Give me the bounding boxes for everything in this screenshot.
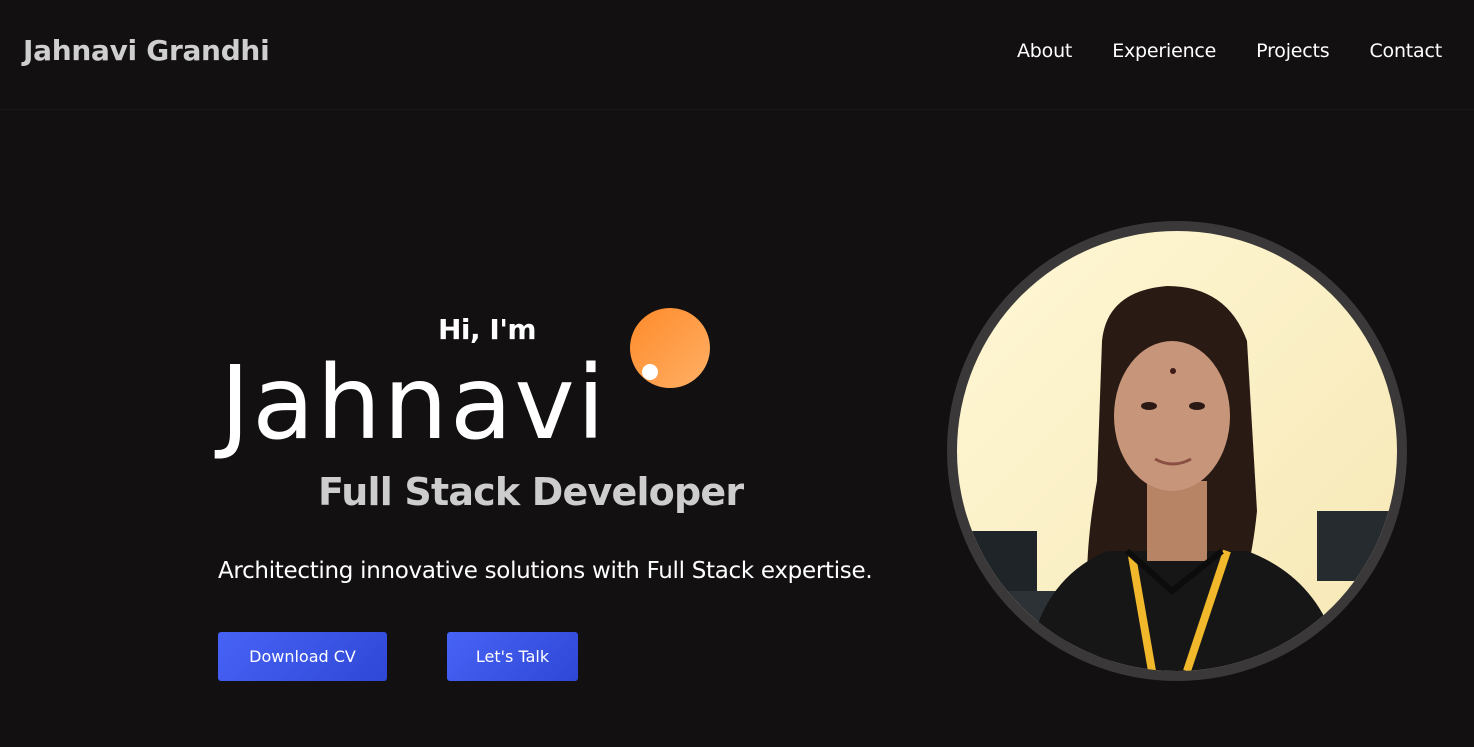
profile-photo-frame bbox=[947, 221, 1407, 681]
nav-link-projects[interactable]: Projects bbox=[1256, 40, 1330, 62]
download-cv-button[interactable]: Download CV bbox=[218, 632, 387, 681]
hero-greeting: Hi, I'm bbox=[438, 313, 537, 346]
hero-name: Jahnavi bbox=[220, 344, 608, 463]
profile-photo-illustration bbox=[957, 231, 1397, 671]
decorative-orb bbox=[630, 308, 710, 388]
lets-talk-button[interactable]: Let's Talk bbox=[447, 632, 578, 681]
portfolio-page: Jahnavi Grandhi About Experience Project… bbox=[0, 0, 1474, 747]
nav-link-about[interactable]: About bbox=[1017, 40, 1072, 62]
nav-link-contact[interactable]: Contact bbox=[1369, 40, 1442, 62]
site-header: Jahnavi Grandhi About Experience Project… bbox=[0, 0, 1474, 110]
decorative-dot bbox=[642, 364, 658, 380]
profile-photo bbox=[957, 231, 1397, 671]
nav-link-experience[interactable]: Experience bbox=[1112, 40, 1216, 62]
hero-role: Full Stack Developer bbox=[318, 470, 744, 514]
hero-tagline: Architecting innovative solutions with F… bbox=[218, 558, 873, 584]
main-nav: About Experience Projects Contact bbox=[1017, 40, 1442, 62]
brand-logo-text[interactable]: Jahnavi Grandhi bbox=[23, 34, 270, 67]
